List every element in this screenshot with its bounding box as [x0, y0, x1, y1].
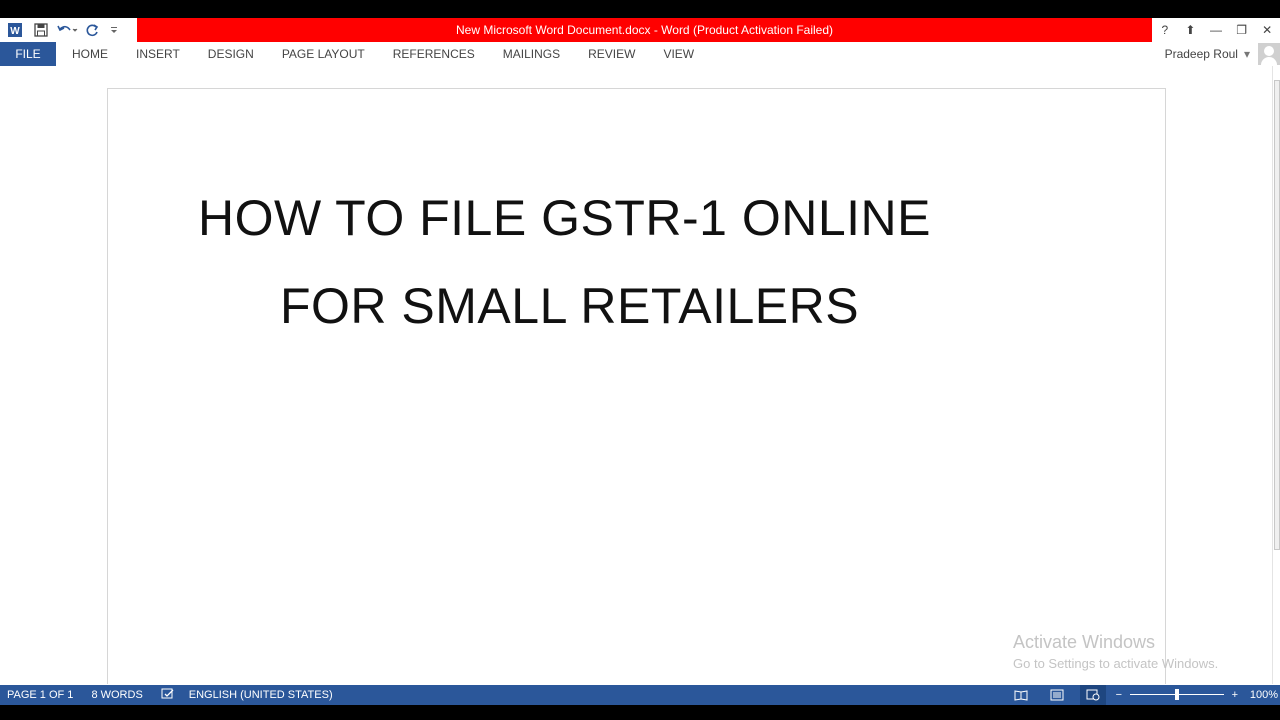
page-count[interactable]: PAGE 1 OF 1 [7, 689, 73, 701]
tab-references[interactable]: REFERENCES [379, 42, 489, 66]
bottom-black-border [0, 705, 1280, 720]
tab-mailings[interactable]: MAILINGS [489, 42, 574, 66]
top-black-border [0, 0, 1280, 18]
document-line-2[interactable]: FOR SMALL RETAILERS [280, 277, 859, 335]
help-icon[interactable]: ? [1155, 20, 1175, 40]
customize-icon[interactable] [108, 19, 120, 41]
tab-home[interactable]: HOME [58, 42, 122, 66]
quick-access-toolbar: W [0, 18, 137, 42]
document-area[interactable]: HOW TO FILE GSTR-1 ONLINE FOR SMALL RETA… [0, 66, 1272, 684]
ribbon-tabs: FILE HOME INSERT DESIGN PAGE LAYOUT REFE… [0, 42, 1280, 66]
document-line-1[interactable]: HOW TO FILE GSTR-1 ONLINE [198, 189, 931, 247]
web-layout-icon[interactable] [1079, 685, 1106, 705]
proofing-icon[interactable] [161, 688, 175, 703]
tab-page-layout[interactable]: PAGE LAYOUT [268, 42, 379, 66]
window-title: New Microsoft Word Document.docx - Word … [455, 23, 834, 37]
user-dropdown-icon[interactable]: ▾ [1244, 47, 1250, 61]
watermark-line-2: Go to Settings to activate Windows. [1013, 656, 1219, 671]
title-bar: New Microsoft Word Document.docx - Word … [137, 18, 1152, 42]
scrollbar-thumb[interactable] [1274, 80, 1280, 550]
undo-icon[interactable] [56, 19, 78, 41]
document-page[interactable]: HOW TO FILE GSTR-1 ONLINE FOR SMALL RETA… [107, 88, 1166, 684]
zoom-slider[interactable] [1129, 685, 1224, 705]
minimize-icon[interactable]: — [1206, 20, 1226, 40]
svg-text:W: W [10, 26, 20, 37]
restore-icon[interactable]: ❐ [1232, 20, 1252, 40]
zoom-out-button[interactable]: − [1114, 689, 1124, 701]
word-count[interactable]: 8 WORDS [91, 689, 142, 701]
status-bar-right: − + 100% [1008, 685, 1280, 705]
avatar[interactable] [1258, 43, 1280, 65]
watermark-line-1: Activate Windows [1013, 632, 1156, 652]
vertical-scrollbar[interactable] [1272, 66, 1280, 684]
word-app-icon[interactable]: W [4, 19, 26, 41]
zoom-level[interactable]: 100% [1250, 689, 1278, 701]
redo-icon[interactable] [82, 19, 104, 41]
ribbon-display-options-icon[interactable]: ⬆ [1180, 20, 1200, 40]
window-controls: ? ⬆ — ❐ ✕ [1152, 18, 1280, 42]
status-bar: PAGE 1 OF 1 8 WORDS ENGLISH (UNITED STAT… [0, 685, 1280, 705]
tab-view[interactable]: VIEW [649, 42, 708, 66]
tab-insert[interactable]: INSERT [122, 42, 194, 66]
tab-design[interactable]: DESIGN [194, 42, 268, 66]
activate-windows-watermark: Activate Windows Go to Settings to activ… [1013, 632, 1218, 671]
user-account[interactable]: Pradeep Roul ▾ [1165, 42, 1280, 66]
user-name[interactable]: Pradeep Roul [1165, 47, 1238, 61]
zoom-in-button[interactable]: + [1230, 689, 1240, 701]
zoom-slider-knob[interactable] [1174, 689, 1179, 700]
tab-file[interactable]: FILE [0, 42, 56, 66]
print-layout-icon[interactable] [1044, 685, 1070, 705]
save-icon[interactable] [30, 19, 52, 41]
language[interactable]: ENGLISH (UNITED STATES) [189, 689, 333, 701]
read-mode-icon[interactable] [1008, 685, 1034, 705]
close-icon[interactable]: ✕ [1257, 20, 1277, 40]
tab-review[interactable]: REVIEW [574, 42, 649, 66]
